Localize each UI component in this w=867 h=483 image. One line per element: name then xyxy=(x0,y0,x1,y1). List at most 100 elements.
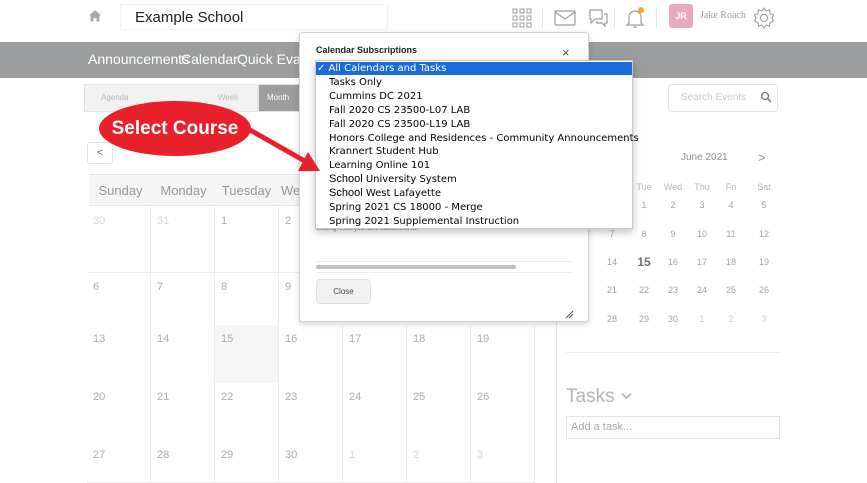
bell-icon[interactable] xyxy=(623,6,647,30)
mini-day[interactable]: 14 xyxy=(600,257,624,267)
calendar-day[interactable]: 17 xyxy=(343,325,407,391)
calendar-day[interactable]: 14 xyxy=(151,325,215,391)
close-button[interactable]: Close xyxy=(316,279,371,304)
dropdown-option[interactable]: Fall 2020 CS 23500-L19 LAB xyxy=(316,118,632,131)
dropdown-option[interactable]: School University System xyxy=(316,173,632,186)
dropdown-option[interactable]: Cummins DC 2021 xyxy=(316,90,632,103)
calendar-day-today[interactable]: 15 xyxy=(215,325,279,391)
tasks-heading[interactable]: Tasks xyxy=(566,386,615,408)
mini-day[interactable]: 3 xyxy=(752,314,776,324)
dropdown-option[interactable]: Learning Online 101 xyxy=(316,159,632,172)
mini-day[interactable]: 22 xyxy=(632,285,656,295)
mini-weekday: Fri xyxy=(725,182,737,192)
mini-day[interactable]: 16 xyxy=(661,257,685,267)
mini-day[interactable]: 24 xyxy=(690,285,714,295)
dropdown-option[interactable]: Tasks Only xyxy=(316,76,632,89)
calendar-day[interactable]: 31 xyxy=(151,207,215,273)
calendar-day[interactable]: 24 xyxy=(343,383,407,449)
mini-day[interactable]: 18 xyxy=(719,257,743,267)
mini-day[interactable]: 25 xyxy=(719,285,743,295)
mini-day[interactable]: 29 xyxy=(632,314,656,324)
calendar-day[interactable]: 30 xyxy=(87,207,151,273)
calendar-day[interactable]: 21 xyxy=(151,383,215,449)
mini-day[interactable]: 3 xyxy=(690,200,714,210)
resize-handle-icon[interactable] xyxy=(564,309,574,319)
mini-day[interactable]: 10 xyxy=(690,229,714,239)
avatar[interactable]: JR xyxy=(669,4,693,28)
progress-fill xyxy=(316,265,516,269)
calendar-day[interactable]: 16 xyxy=(279,325,343,391)
calendar-day[interactable]: 2 xyxy=(279,207,300,273)
mini-day[interactable]: 26 xyxy=(752,285,776,295)
mini-day[interactable]: 1 xyxy=(690,314,714,324)
chevron-down-icon[interactable] xyxy=(621,392,632,400)
calendar-day[interactable]: 27 xyxy=(87,441,151,483)
mini-day[interactable]: 30 xyxy=(661,314,685,324)
mini-day[interactable]: 2 xyxy=(661,200,685,210)
dropdown-option[interactable]: Fall 2020 CS 23500-L07 LAB xyxy=(316,104,632,117)
calendar-day[interactable]: 20 xyxy=(87,383,151,449)
calendar-day[interactable]: 30 xyxy=(279,441,343,483)
mini-weekday: Tue xyxy=(636,182,652,192)
mini-weekday: Thu xyxy=(694,182,710,192)
chat-icon[interactable] xyxy=(586,6,610,30)
calendar-day[interactable]: 1 xyxy=(343,441,407,483)
calendar-day[interactable]: 13 xyxy=(87,325,151,391)
mini-day[interactable]: 1 xyxy=(632,200,656,210)
mini-day[interactable]: 7 xyxy=(600,229,624,239)
mini-next-month-button[interactable]: > xyxy=(758,150,766,165)
mail-icon[interactable] xyxy=(553,6,577,30)
scroll-progress xyxy=(316,261,572,273)
mini-day[interactable]: 19 xyxy=(752,257,776,267)
dropdown-option[interactable]: Honors College and Residences - Communit… xyxy=(316,132,639,145)
mini-day[interactable]: 9 xyxy=(661,229,685,239)
dropdown-option[interactable]: Spring 2021 Supplemental Instruction xyxy=(316,215,632,228)
mini-day[interactable]: 11 xyxy=(719,229,743,239)
tab-month[interactable]: Month xyxy=(258,84,300,112)
nav-calendar[interactable]: Calendar xyxy=(181,51,238,67)
mini-day[interactable]: 5 xyxy=(752,200,776,210)
add-task-input[interactable]: Add a task... xyxy=(566,416,780,439)
close-icon[interactable]: × xyxy=(562,45,570,60)
calendar-day[interactable]: 26 xyxy=(471,383,535,449)
prev-month-button[interactable]: < xyxy=(87,142,113,164)
header-divider xyxy=(614,8,615,28)
weekday-header: Monday xyxy=(152,174,215,206)
user-name[interactable]: Jake Roach xyxy=(700,10,746,21)
dropdown-option[interactable]: Spring 2021 CS 18000 - Merge xyxy=(316,201,632,214)
mini-day[interactable]: 4 xyxy=(719,200,743,210)
calendar-day[interactable]: 23 xyxy=(279,383,343,449)
calendar-select-dropdown[interactable]: ✓ All Calendars and Tasks Tasks Only Cummi… xyxy=(315,60,639,229)
weekday-header: Sunday xyxy=(89,174,152,206)
mini-day-today[interactable]: 15 xyxy=(632,255,656,269)
calendar-day[interactable]: 1 xyxy=(215,207,279,273)
nav-quick-eval[interactable]: Quick Eval xyxy=(237,51,304,67)
mini-day[interactable]: 23 xyxy=(661,285,685,295)
calendar-day[interactable]: 28 xyxy=(151,441,215,483)
mini-day[interactable]: 2 xyxy=(719,314,743,324)
dropdown-option[interactable]: ✓ All Calendars and Tasks xyxy=(316,62,632,75)
mini-day[interactable]: 21 xyxy=(600,285,624,295)
mini-weekday: Wed xyxy=(663,182,683,192)
calendar-day[interactable]: 22 xyxy=(215,383,279,449)
mini-day[interactable]: 12 xyxy=(752,229,776,239)
dropdown-option[interactable]: Krannert Student Hub xyxy=(316,145,632,158)
nav-announcements[interactable]: Announcements xyxy=(88,51,189,67)
search-icon[interactable] xyxy=(760,91,772,103)
gear-icon[interactable] xyxy=(752,6,776,30)
header-divider xyxy=(542,8,543,28)
home-icon[interactable] xyxy=(88,9,102,23)
calendar-day[interactable]: 29 xyxy=(215,441,279,483)
annotation-arrow-icon xyxy=(240,123,320,171)
calendar-day[interactable]: 19 xyxy=(471,325,535,391)
apps-grid-icon[interactable] xyxy=(510,6,534,30)
calendar-day[interactable]: 2 xyxy=(407,441,471,483)
mini-day[interactable]: 17 xyxy=(690,257,714,267)
mini-day[interactable]: 8 xyxy=(632,229,656,239)
calendar-day[interactable]: 25 xyxy=(407,383,471,449)
calendar-day[interactable]: 3 xyxy=(471,441,535,483)
dropdown-option[interactable]: School West Lafayette xyxy=(316,187,632,200)
calendar-day[interactable]: 18 xyxy=(407,325,471,391)
school-name[interactable]: Example School xyxy=(135,9,243,26)
mini-day[interactable]: 28 xyxy=(600,314,624,324)
